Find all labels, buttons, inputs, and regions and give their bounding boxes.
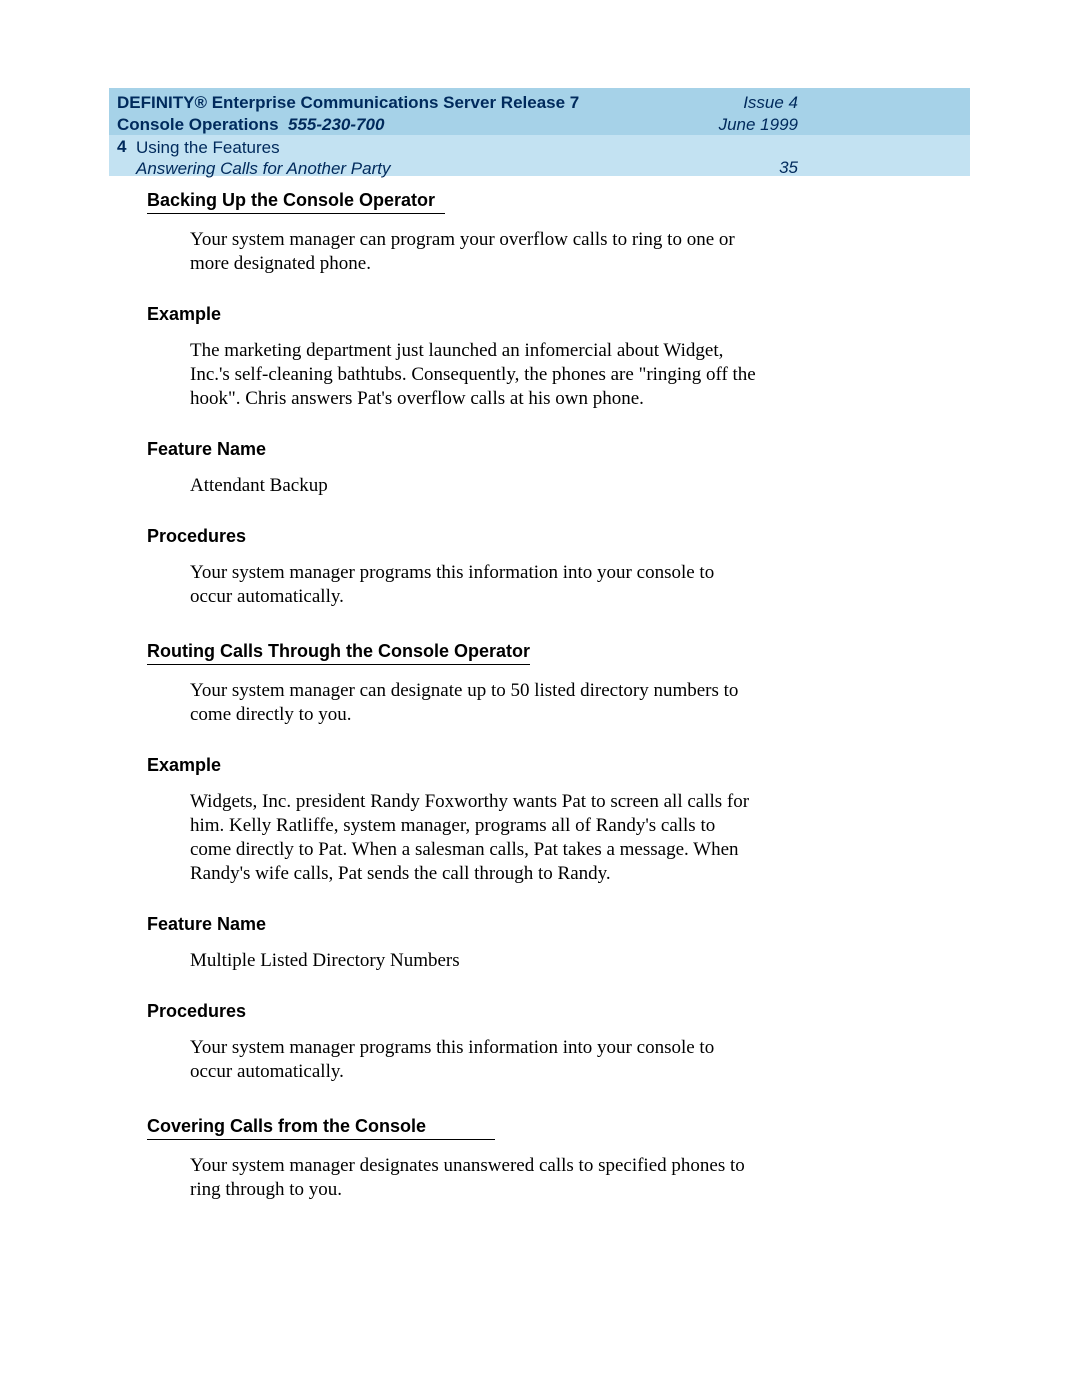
header-bottom-band: 4 Using the Features Answering Calls for… [109, 135, 970, 176]
doc-meta: Issue 4 June 1999 [719, 88, 970, 136]
paragraph: Attendant Backup [190, 474, 760, 498]
paragraph: Multiple Listed Directory Numbers [190, 949, 760, 973]
page-number: 35 [779, 135, 970, 178]
section-intro: Your system manager designates unanswere… [190, 1154, 760, 1202]
paragraph: Widgets, Inc. president Randy Foxworthy … [190, 790, 760, 886]
doc-number: 555-230-700 [288, 115, 384, 134]
section-intro: Your system manager can program your ove… [190, 228, 760, 276]
subheading-example: Example [147, 304, 807, 325]
subheading-example: Example [147, 755, 807, 776]
doc-title: DEFINITY® Enterprise Communications Serv… [117, 88, 579, 136]
subheading-feature-name: Feature Name [147, 439, 807, 460]
date-text: June 1999 [719, 115, 798, 134]
breadcrumb: Using the Features Answering Calls for A… [129, 135, 390, 179]
section-heading: Routing Calls Through the Console Operat… [147, 641, 530, 665]
section-title: Answering Calls for Another Party [136, 159, 390, 178]
chapter-title: Using the Features [136, 138, 280, 157]
doc-title-line2a: Console Operations [117, 115, 279, 134]
page-body: Backing Up the Console Operator Your sys… [147, 190, 807, 1202]
header-top-band: DEFINITY® Enterprise Communications Serv… [109, 88, 970, 135]
section-heading: Covering Calls from the Console [147, 1116, 495, 1140]
subheading-procedures: Procedures [147, 1001, 807, 1022]
issue-text: Issue 4 [743, 93, 798, 112]
doc-title-line1: DEFINITY® Enterprise Communications Serv… [117, 93, 579, 112]
page-header: DEFINITY® Enterprise Communications Serv… [109, 88, 970, 176]
subheading-feature-name: Feature Name [147, 914, 807, 935]
section: Backing Up the Console Operator Your sys… [147, 190, 807, 609]
section-intro: Your system manager can designate up to … [190, 679, 760, 727]
page: DEFINITY® Enterprise Communications Serv… [0, 0, 1080, 1397]
paragraph: Your system manager programs this inform… [190, 561, 760, 609]
section: Covering Calls from the Console Your sys… [147, 1116, 807, 1202]
section-heading: Backing Up the Console Operator [147, 190, 445, 214]
subheading-procedures: Procedures [147, 526, 807, 547]
chapter-number: 4 [117, 135, 129, 157]
paragraph: The marketing department just launched a… [190, 339, 760, 411]
paragraph: Your system manager programs this inform… [190, 1036, 760, 1084]
section: Routing Calls Through the Console Operat… [147, 641, 807, 1084]
